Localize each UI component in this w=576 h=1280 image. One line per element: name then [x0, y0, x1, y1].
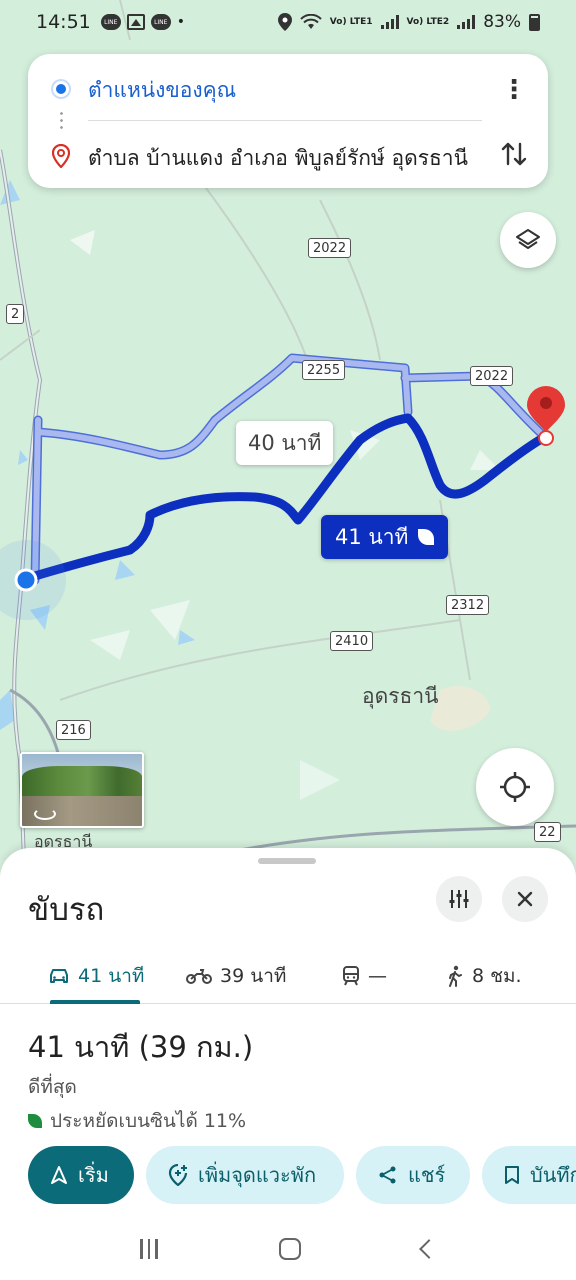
- back-icon[interactable]: [418, 1239, 439, 1259]
- car-icon: [50, 969, 68, 983]
- status-bar: 14:51 LINE LINE • Vo) LTE1 Vo) LTE2 83%: [0, 0, 576, 44]
- home-icon[interactable]: [278, 1238, 301, 1260]
- sliders-icon: [449, 890, 469, 908]
- location-status-icon: [277, 13, 292, 31]
- line-icon: LINE: [150, 14, 171, 30]
- main-route-time: 41 นาที: [335, 524, 409, 549]
- road-shield: 2255: [302, 360, 346, 380]
- add-location-icon: [168, 1164, 188, 1186]
- active-tab-indicator: [50, 1000, 140, 1004]
- road-shield: 22: [534, 822, 561, 842]
- close-button[interactable]: [502, 876, 548, 922]
- my-location-button[interactable]: [476, 748, 554, 826]
- map-place-label: อุดรธานี: [362, 684, 439, 708]
- travel-mode-title: ขับรถ: [28, 892, 105, 928]
- destination-field[interactable]: ตำบล บ้านแดง อำเภอ พิบูลย์รักษ์ อุดรธานี: [88, 142, 488, 175]
- directions-search-card: ตำแหน่งของคุณ ตำบล บ้านแดง อำเภอ พิบูลย์…: [28, 54, 548, 188]
- recent-apps-icon[interactable]: [140, 1239, 158, 1259]
- route-dots-icon: [60, 110, 63, 132]
- tab-walk-label: 8 ชม.: [472, 965, 522, 987]
- tab-motorcycle-label: 39 นาที: [220, 965, 287, 987]
- road-shield: 2022: [470, 366, 514, 386]
- eco-leaf-icon: [418, 529, 435, 545]
- close-icon: [517, 891, 533, 907]
- route-summary: 41 นาที (39 กม.): [28, 1030, 254, 1064]
- origin-field[interactable]: ตำแหน่งของคุณ: [88, 74, 236, 107]
- walk-icon: [449, 965, 462, 987]
- layers-icon: [516, 229, 540, 249]
- action-buttons: เริ่ม เพิ่มจุดแวะพัก แชร์ บันทึก: [28, 1146, 576, 1204]
- notification-icons: LINE LINE •: [100, 14, 186, 30]
- battery-icon: [529, 13, 540, 31]
- share-icon: [379, 1166, 396, 1184]
- system-navigation-bar: [0, 1218, 576, 1280]
- motorcycle-icon: [186, 969, 212, 984]
- tab-motorcycle[interactable]: 39 นาที: [186, 948, 286, 1004]
- more-notifications-dot: •: [176, 14, 186, 30]
- origin-marker: [14, 568, 38, 592]
- route-options-button[interactable]: [436, 876, 482, 922]
- street-view-thumbnail[interactable]: [20, 752, 144, 828]
- save-button[interactable]: บันทึก: [482, 1146, 576, 1204]
- road-shield: 2: [6, 304, 25, 324]
- wifi-icon: [300, 14, 322, 29]
- origin-dot-icon: [53, 81, 69, 97]
- road-shield: 2022: [308, 238, 352, 258]
- start-button-label: เริ่ม: [78, 1163, 109, 1187]
- field-divider: [88, 120, 482, 121]
- navigation-arrow-icon: [51, 1166, 67, 1184]
- eco-leaf-icon: [28, 1114, 42, 1128]
- gallery-icon: [126, 14, 145, 30]
- destination-pin-outline-icon: [52, 144, 70, 168]
- swap-directions-icon[interactable]: [498, 138, 530, 170]
- tab-transit-label: —: [368, 965, 387, 987]
- alternate-route-label[interactable]: 40 นาที: [236, 421, 334, 465]
- sim1-label: Vo) LTE1: [329, 16, 373, 27]
- road-shield: 2312: [446, 595, 490, 615]
- alternate-route-time: 40 นาที: [248, 430, 322, 455]
- crosshair-icon: [500, 772, 530, 802]
- fuel-saving-text: ประหยัดเบนซินได้ 11%: [50, 1110, 247, 1132]
- sim2-label: Vo) LTE2: [406, 16, 450, 27]
- main-route-label[interactable]: 41 นาที: [321, 515, 449, 559]
- alternate-route-line[interactable]: [32, 355, 548, 583]
- travel-mode-tabs: 41 นาที 39 นาที — 8 ชม.: [0, 948, 576, 1004]
- road-shield: 216: [56, 720, 91, 740]
- tab-drive[interactable]: 41 นาที: [48, 948, 144, 1004]
- add-stop-button[interactable]: เพิ่มจุดแวะพัก: [146, 1146, 344, 1204]
- save-label: บันทึก: [530, 1163, 576, 1187]
- share-label: แชร์: [408, 1163, 446, 1187]
- fuel-saving-note: ประหยัดเบนซินได้ 11%: [28, 1106, 246, 1136]
- system-status: Vo) LTE1 Vo) LTE2 83%: [277, 12, 540, 32]
- tab-walk[interactable]: 8 ชม.: [446, 948, 522, 1004]
- destination-pin-icon[interactable]: [527, 386, 565, 446]
- sheet-drag-handle[interactable]: [258, 858, 316, 864]
- clock: 14:51: [36, 11, 91, 33]
- layers-button[interactable]: [500, 212, 556, 268]
- battery-percent: 83%: [483, 12, 521, 32]
- line-icon: LINE: [100, 14, 121, 30]
- signal-icon: [380, 15, 399, 29]
- add-stop-label: เพิ่มจุดแวะพัก: [198, 1163, 317, 1187]
- signal-icon: [457, 15, 476, 29]
- route-best-label: ดีที่สุด: [28, 1076, 77, 1098]
- start-button[interactable]: เริ่ม: [28, 1146, 134, 1204]
- tab-transit[interactable]: —: [342, 948, 387, 1004]
- train-icon: [343, 966, 359, 986]
- street-view-360-icon: [34, 808, 56, 820]
- bookmark-icon: [505, 1166, 519, 1184]
- share-button[interactable]: แชร์: [356, 1146, 470, 1204]
- road-shield: 2410: [330, 631, 374, 651]
- directions-sheet: ขับรถ 41 นาที 39 นาที — 8 ชม. 41 นาที (3…: [0, 848, 576, 1280]
- tab-drive-label: 41 นาที: [78, 965, 145, 987]
- more-options-icon[interactable]: ⋮: [498, 74, 530, 106]
